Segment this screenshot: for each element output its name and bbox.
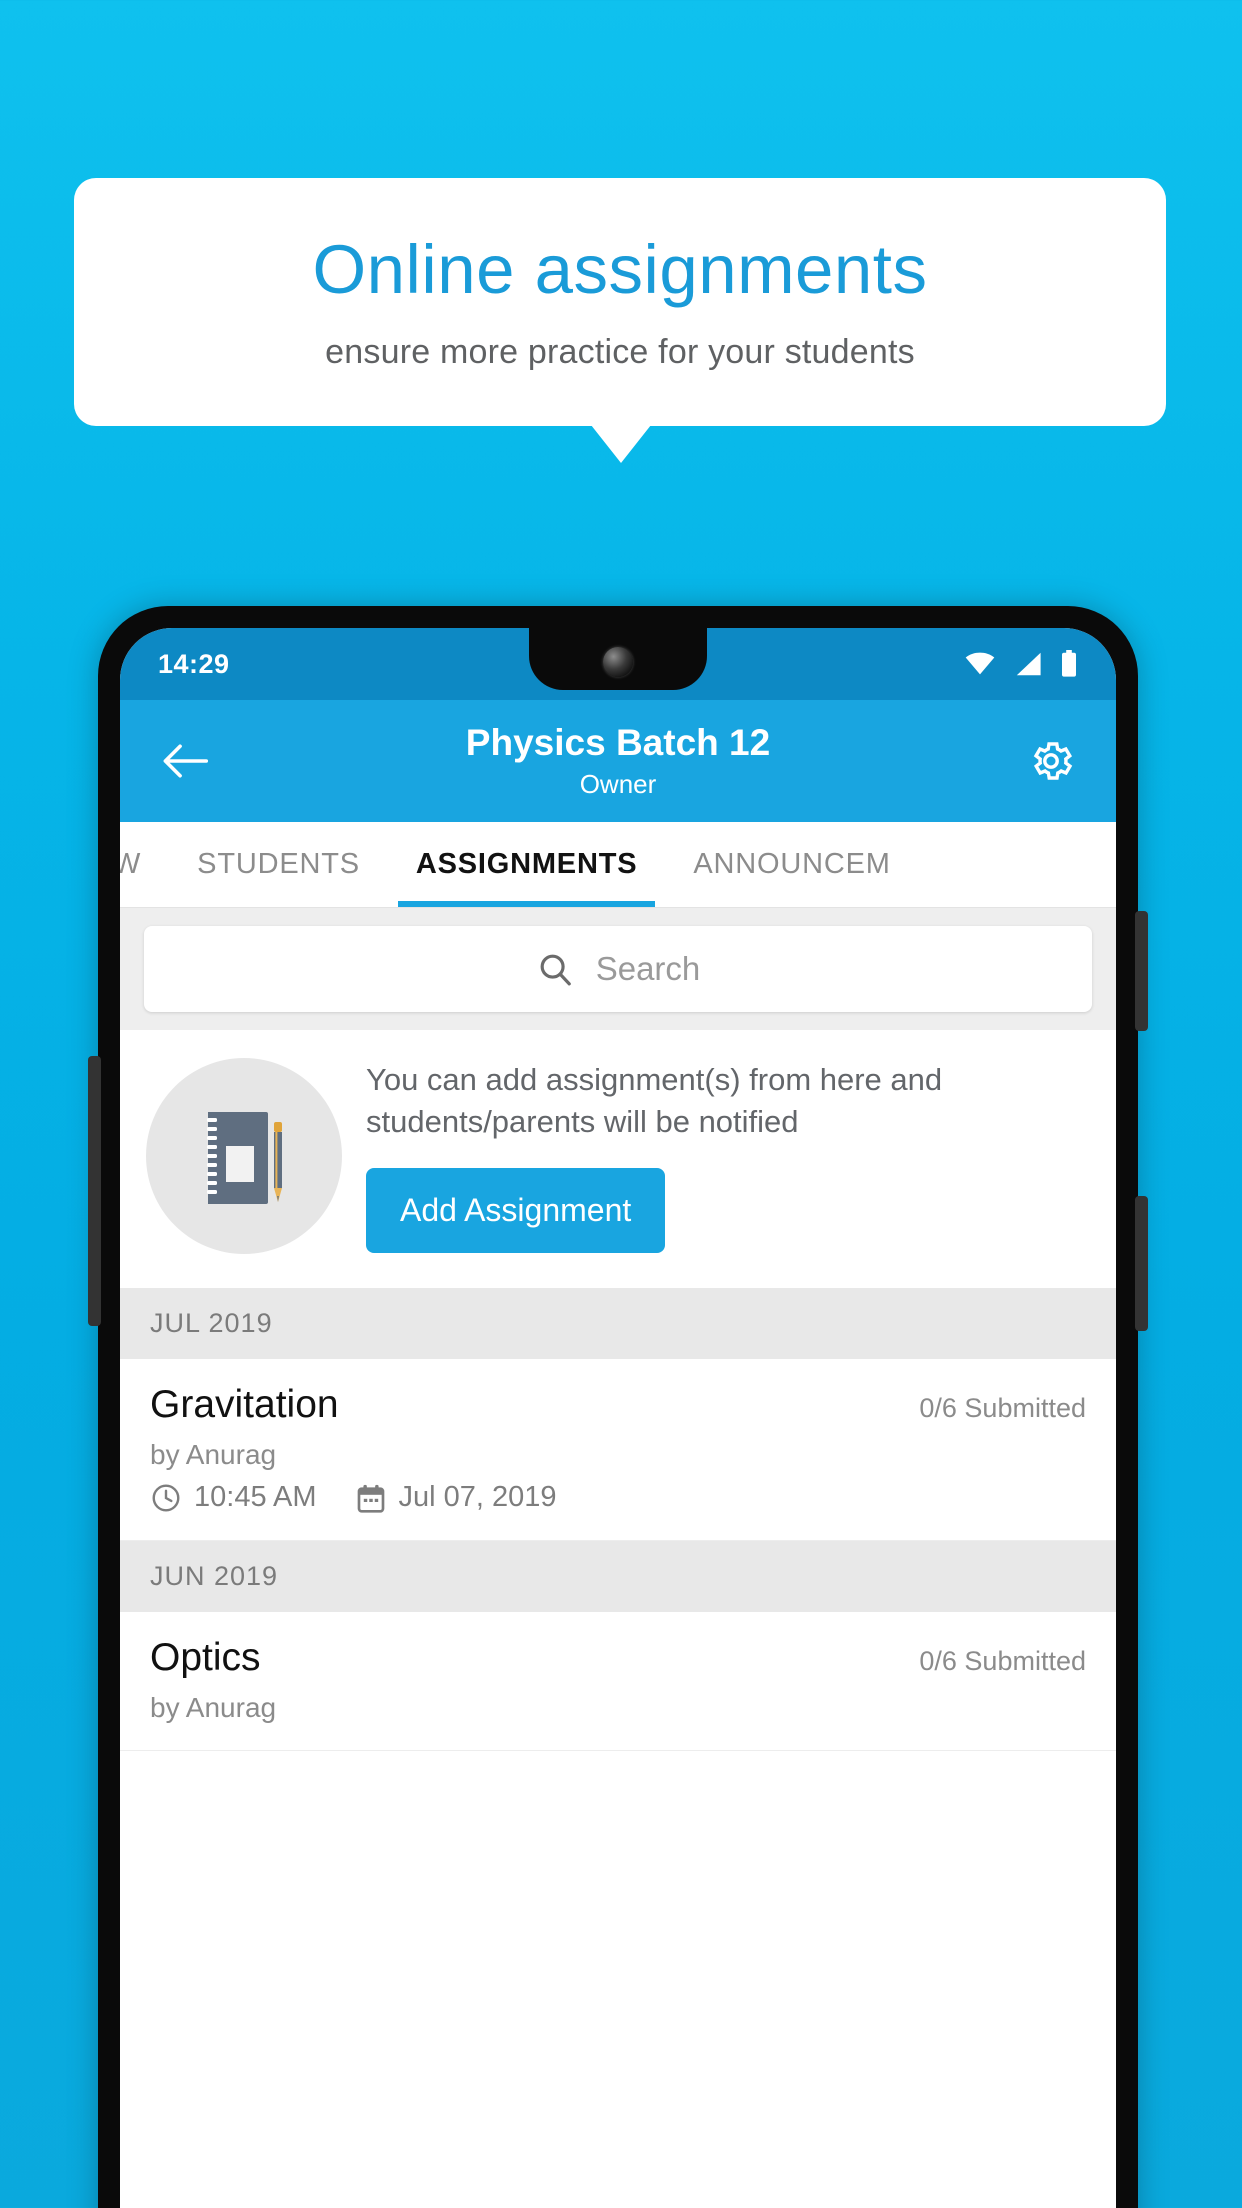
tab-assignments-label: ASSIGNMENTS [415, 848, 638, 880]
tab-bar: IEW STUDENTS ASSIGNMENTS ANNOUNCEM [120, 822, 1116, 908]
phone-mockup: 14:29 Physics Batch 12 Owner STUDENTS AS… [88, 606, 1148, 2208]
page-subtitle: Owner [579, 768, 657, 799]
promo-bubble-tail [591, 425, 651, 463]
cell-signal-icon [1014, 651, 1042, 677]
settings-button[interactable] [1020, 730, 1082, 792]
promo-title: Online assignments [312, 230, 928, 308]
tab-overview[interactable]: IEW [120, 822, 169, 907]
assignment-status: 0/6 Submitted [919, 1646, 1086, 1676]
front-camera [603, 647, 633, 677]
tab-announcements-label: ANNOUNCEM [693, 848, 891, 880]
search-input[interactable]: Search [596, 950, 701, 988]
tab-students[interactable]: STUDENTS [169, 822, 388, 907]
calendar-icon [355, 1482, 387, 1514]
tab-students-label: STUDENTS [197, 848, 360, 880]
back-button[interactable] [154, 730, 216, 792]
back-arrow-icon [162, 743, 208, 779]
empty-state-message: You can add assignment(s) from here and … [366, 1061, 943, 1139]
assignment-author: by Anurag [150, 1692, 277, 1723]
tab-announcements[interactable]: ANNOUNCEM [665, 822, 918, 907]
clock-icon [150, 1482, 182, 1514]
phone-screen: 14:29 Physics Batch 12 Owner STUDENTS AS… [120, 628, 1116, 2208]
assignment-meta: 10:45 AM Jul 07, 2019 [150, 1481, 1086, 1514]
assignment-time: 10:45 AM [194, 1481, 317, 1513]
assignment-row-gravitation[interactable]: Gravitation 0/6 Submitted by Anurag 10:4… [120, 1359, 1116, 1541]
search-box[interactable]: Search [144, 926, 1092, 1012]
assignment-row-optics[interactable]: Optics 0/6 Submitted by Anurag [120, 1612, 1116, 1751]
page-title: Physics Batch 12 [465, 722, 771, 764]
empty-state-content: You can add assignment(s) from here and … [366, 1059, 1086, 1254]
assignment-status: 0/6 Submitted [919, 1393, 1086, 1423]
month-header-jul: JUL 2019 [120, 1288, 1116, 1359]
wifi-icon [964, 651, 996, 677]
tab-assignments[interactable]: ASSIGNMENTS [388, 822, 666, 907]
status-icon-group [964, 650, 1078, 678]
assignment-title: Gravitation [150, 1383, 339, 1426]
app-bar: Physics Batch 12 Owner [120, 700, 1116, 822]
search-icon [536, 950, 574, 988]
assignment-date: Jul 07, 2019 [398, 1481, 557, 1513]
gear-icon [1027, 737, 1075, 785]
assignment-title: Optics [150, 1636, 261, 1679]
phone-notch [529, 628, 707, 690]
empty-state-card: You can add assignment(s) from here and … [120, 1030, 1116, 1288]
battery-icon [1060, 650, 1078, 678]
phone-volume-button[interactable] [1135, 1196, 1148, 1331]
assignment-author: by Anurag [150, 1439, 277, 1470]
promo-bubble: Online assignments ensure more practice … [74, 178, 1166, 426]
status-time: 14:29 [158, 648, 230, 679]
status-bar: 14:29 [120, 628, 1116, 700]
assignment-row-head: Optics 0/6 Submitted [150, 1636, 1086, 1680]
promo-subtitle: ensure more practice for your students [325, 333, 915, 372]
search-section: Search [120, 908, 1116, 1030]
month-header-jun: JUN 2019 [120, 1541, 1116, 1612]
notebook-and-pen-icon [146, 1058, 342, 1254]
phone-left-button[interactable] [88, 1056, 101, 1326]
add-assignment-button[interactable]: Add Assignment [366, 1168, 666, 1254]
tab-overview-label: IEW [120, 848, 141, 881]
app-bar-titles: Physics Batch 12 Owner [216, 722, 1020, 800]
assignment-row-head: Gravitation 0/6 Submitted [150, 1383, 1086, 1427]
phone-power-button[interactable] [1135, 911, 1148, 1031]
